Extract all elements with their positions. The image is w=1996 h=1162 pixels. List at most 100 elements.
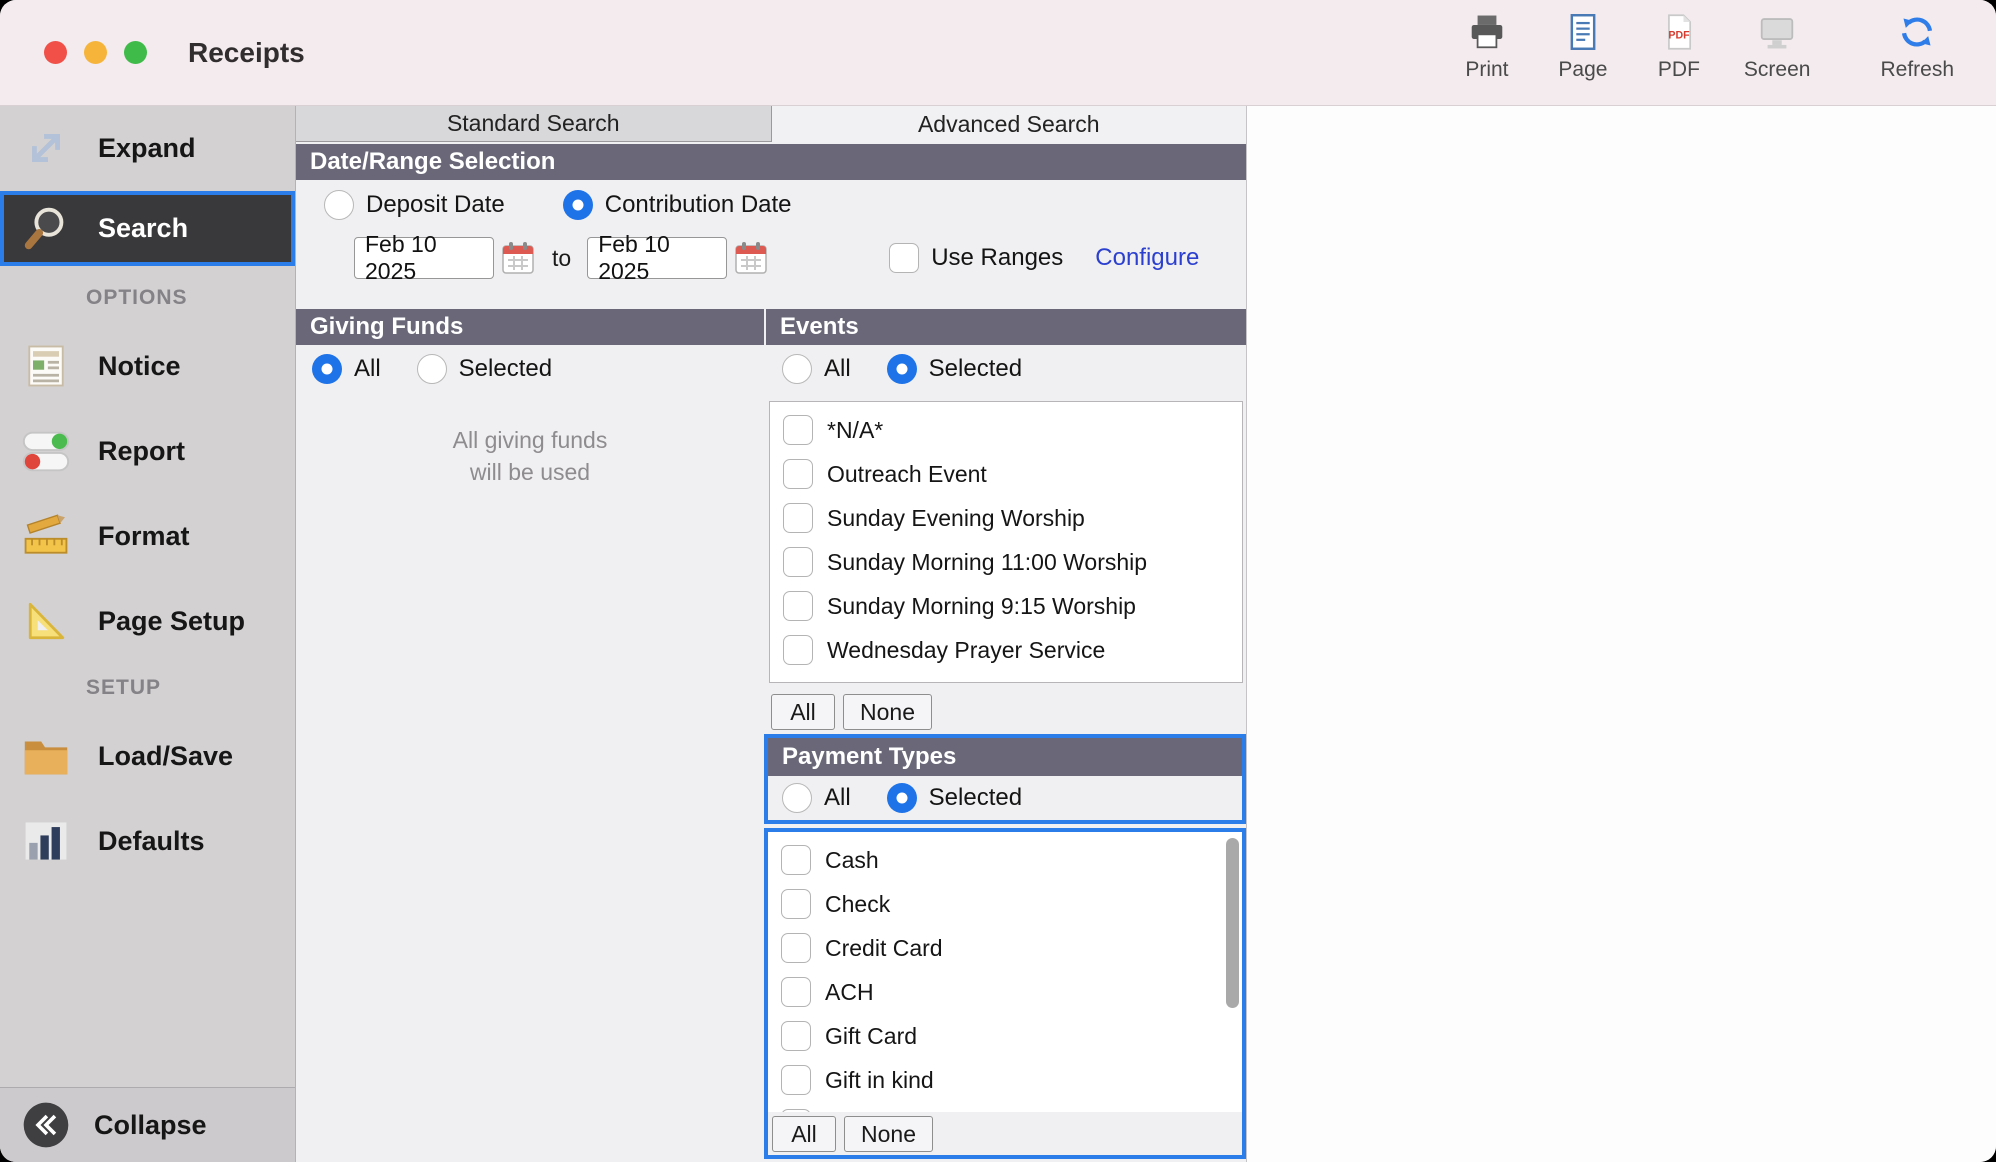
sidebar-item-expand[interactable]: Expand	[0, 116, 295, 180]
checkbox-icon	[783, 635, 813, 665]
checkbox-icon	[783, 503, 813, 533]
search-panel: Standard Search Advanced Search Date/Ran…	[296, 106, 1247, 1162]
report-icon	[16, 424, 76, 478]
close-window-button[interactable]	[44, 41, 67, 64]
payment-type-checkbox-row[interactable]: Cash	[768, 838, 1242, 882]
zoom-window-button[interactable]	[124, 41, 147, 64]
collapse-icon	[20, 1100, 72, 1150]
svg-text:PDF: PDF	[1668, 30, 1690, 42]
sidebar-item-report[interactable]: Report	[0, 419, 295, 483]
payment-type-checkbox-row[interactable]: Gift in kind	[768, 1058, 1242, 1102]
to-date-calendar-button[interactable]	[733, 240, 769, 276]
payment-types-list-box: Cash Check Credit Card ACH	[764, 828, 1246, 1159]
sidebar-item-page-setup[interactable]: Page Setup	[0, 586, 295, 656]
checkbox-icon	[781, 1109, 811, 1112]
events-all-radio[interactable]: All	[782, 354, 851, 384]
checkbox-icon	[781, 1021, 811, 1051]
events-selected-radio[interactable]: Selected	[887, 354, 1022, 384]
events-radio-group: All Selected	[782, 354, 1022, 384]
event-checkbox-row[interactable]: *N/A*	[770, 408, 1242, 452]
contribution-date-radio[interactable]: Contribution Date	[563, 190, 792, 220]
window-title: Receipts	[188, 0, 305, 105]
refresh-button[interactable]: Refresh	[1880, 10, 1954, 82]
checkbox-icon	[783, 547, 813, 577]
giving-funds-all-radio[interactable]: All	[312, 354, 381, 384]
notice-icon	[16, 340, 76, 392]
sidebar: Expand Search OPTIONS Notice Report	[0, 106, 296, 1162]
expand-icon	[16, 121, 76, 175]
tab-standard-search[interactable]: Standard Search	[296, 106, 772, 142]
page-setup-icon	[16, 595, 76, 647]
sidebar-item-collapse[interactable]: Collapse	[0, 1087, 295, 1162]
configure-link[interactable]: Configure	[1095, 244, 1199, 272]
sidebar-section-setup: SETUP	[86, 676, 161, 700]
use-ranges-checkbox[interactable]: Use Ranges	[889, 243, 1063, 273]
sidebar-section-options: OPTIONS	[86, 286, 188, 310]
payment-types-select-none-button[interactable]: None	[844, 1116, 933, 1152]
tab-advanced-search[interactable]: Advanced Search	[772, 106, 1247, 142]
preview-area	[1247, 106, 1996, 1162]
search-tabs: Standard Search Advanced Search	[296, 106, 1246, 142]
date-fields-row: Feb 10 2025 to Feb 10 2025 Use Ranges Co…	[296, 236, 1246, 280]
pdf-button[interactable]: PDF PDF	[1648, 10, 1710, 82]
toolbar: Print Page PDF PDF Screen	[1456, 10, 1954, 82]
checkbox-icon	[783, 459, 813, 489]
sidebar-item-load-save[interactable]: Load/Save	[0, 717, 295, 795]
format-icon	[16, 510, 76, 562]
radio-off-icon	[782, 783, 812, 813]
giving-funds-radio-group: All Selected	[312, 354, 552, 384]
payment-types-select-all-button[interactable]: All	[772, 1116, 836, 1152]
events-select-none-button[interactable]: None	[843, 694, 932, 730]
sidebar-item-defaults[interactable]: Defaults	[0, 805, 295, 877]
from-date-calendar-button[interactable]	[500, 240, 536, 276]
page-icon	[1564, 10, 1602, 54]
screen-button[interactable]: Screen	[1744, 10, 1811, 82]
event-checkbox-row[interactable]: Sunday Morning 9:15 Worship	[770, 584, 1242, 628]
sidebar-item-notice[interactable]: Notice	[0, 330, 295, 402]
payment-types-all-radio[interactable]: All	[782, 783, 851, 813]
sidebar-item-format[interactable]: Format	[0, 500, 295, 572]
checkbox-icon	[781, 845, 811, 875]
event-checkbox-row[interactable]: Outreach Event	[770, 452, 1242, 496]
checkbox-icon	[781, 889, 811, 919]
giving-funds-note: All giving funds will be used	[296, 424, 764, 488]
checkbox-icon	[889, 243, 919, 273]
to-date-input[interactable]: Feb 10 2025	[587, 237, 727, 279]
event-checkbox-row[interactable]: Wednesday Prayer Service	[770, 628, 1242, 672]
minimize-window-button[interactable]	[84, 41, 107, 64]
date-type-radio-group: Deposit Date Contribution Date	[324, 190, 792, 220]
payment-type-checkbox-row[interactable]: Online Gift	[768, 1102, 1242, 1112]
radio-on-icon	[312, 354, 342, 384]
page-button[interactable]: Page	[1552, 10, 1614, 82]
titlebar: Receipts Print Page PDF PDF	[0, 0, 1996, 106]
checkbox-icon	[781, 933, 811, 963]
pdf-icon: PDF	[1660, 10, 1698, 54]
radio-on-icon	[563, 190, 593, 220]
payment-type-checkbox-row[interactable]: Credit Card	[768, 926, 1242, 970]
print-button[interactable]: Print	[1456, 10, 1518, 82]
radio-off-icon	[417, 354, 447, 384]
payment-type-checkbox-row[interactable]: Check	[768, 882, 1242, 926]
payment-types-list: Cash Check Credit Card ACH	[768, 832, 1242, 1112]
payment-type-checkbox-row[interactable]: ACH	[768, 970, 1242, 1014]
event-checkbox-row[interactable]: Sunday Evening Worship	[770, 496, 1242, 540]
payment-types-section-header: Payment Types	[768, 738, 1242, 776]
payment-list-scrollbar[interactable]	[1226, 838, 1239, 1008]
refresh-icon	[1897, 10, 1937, 54]
folder-icon	[16, 729, 76, 783]
payment-type-checkbox-row[interactable]: Gift Card	[768, 1014, 1242, 1058]
events-select-all-button[interactable]: All	[771, 694, 835, 730]
giving-funds-selected-radio[interactable]: Selected	[417, 354, 552, 384]
date-range-section-header: Date/Range Selection	[296, 144, 1246, 180]
events-section-header: Events	[766, 309, 1246, 345]
deposit-date-radio[interactable]: Deposit Date	[324, 190, 505, 220]
giving-funds-section-header: Giving Funds	[296, 309, 764, 345]
payment-types-header-box: Payment Types All Selected	[764, 734, 1246, 824]
sidebar-item-search[interactable]: Search	[0, 191, 295, 266]
events-list: *N/A* Outreach Event Sunday Evening Wors…	[769, 401, 1243, 683]
from-date-input[interactable]: Feb 10 2025	[354, 237, 494, 279]
printer-icon	[1467, 10, 1507, 54]
payment-types-selected-radio[interactable]: Selected	[887, 783, 1022, 813]
radio-off-icon	[324, 190, 354, 220]
event-checkbox-row[interactable]: Sunday Morning 11:00 Worship	[770, 540, 1242, 584]
